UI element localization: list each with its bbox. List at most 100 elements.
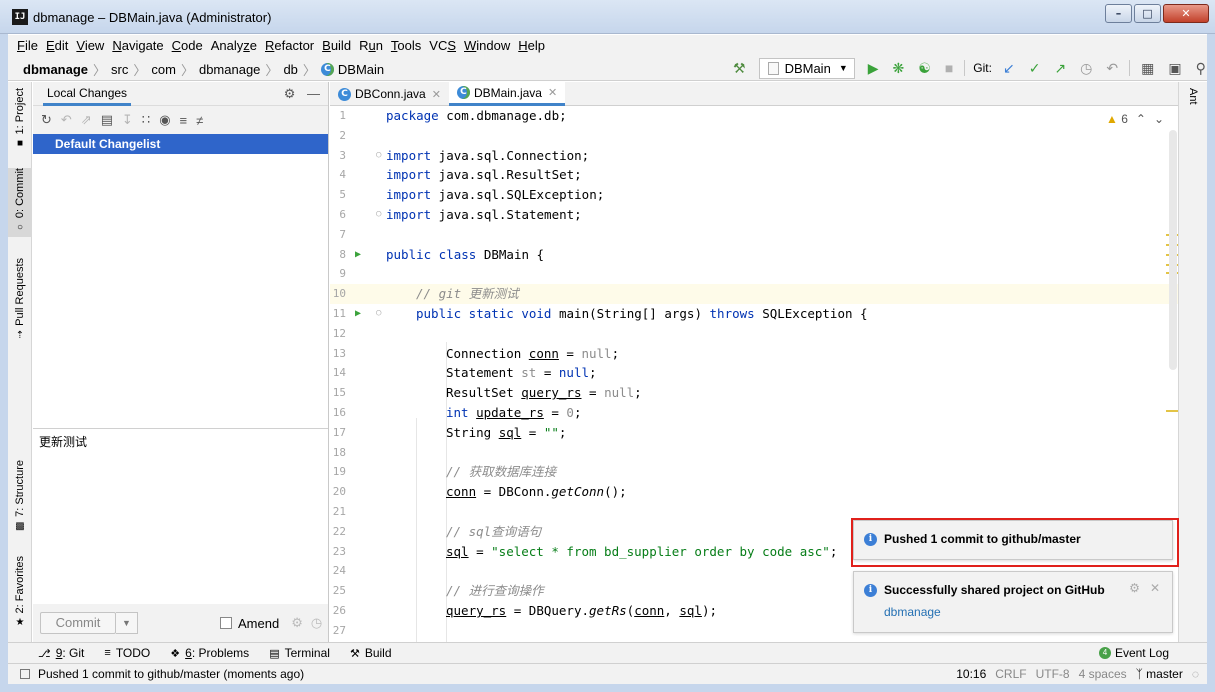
close-icon[interactable]: ✕ bbox=[1150, 581, 1160, 595]
expand-all-icon[interactable]: ≡ bbox=[180, 113, 188, 128]
maximize-button[interactable]: □ bbox=[1134, 4, 1161, 23]
menu-code[interactable]: Code bbox=[172, 38, 203, 53]
tool-window-git[interactable]: ⎇ 9: Git bbox=[38, 646, 84, 660]
push-icon[interactable]: ↗ bbox=[1054, 58, 1066, 78]
warning-stripe-mark[interactable] bbox=[1166, 410, 1178, 412]
coverage-icon[interactable]: ☯ bbox=[918, 58, 931, 78]
tool-window-problems[interactable]: ❖ 6: Problems bbox=[170, 646, 249, 660]
fold-icon[interactable]: ○ bbox=[376, 146, 381, 166]
default-changelist[interactable]: Default Changelist bbox=[33, 134, 328, 154]
menu-build[interactable]: Build bbox=[322, 38, 351, 53]
history-icon[interactable]: ◷ bbox=[1080, 58, 1092, 78]
gear-icon[interactable]: ⚙ bbox=[284, 86, 296, 101]
close-tab-icon[interactable]: ✕ bbox=[432, 88, 441, 101]
tab-dbconn[interactable]: C DBConn.java ✕ bbox=[330, 82, 449, 106]
run-gutter-icon[interactable]: ▶ bbox=[355, 245, 361, 265]
window-titlebar[interactable]: IJ dbmanage – DBMain.java (Administrator… bbox=[0, 0, 1215, 34]
status-message[interactable]: Pushed 1 commit to github/master (moment… bbox=[38, 667, 304, 681]
tool-window-commit[interactable]: 0: Commit ○ bbox=[8, 168, 32, 238]
rollback-icon[interactable]: ↶ bbox=[1106, 58, 1118, 78]
amend-checkbox[interactable]: Amend bbox=[220, 616, 279, 631]
run-icon[interactable]: ▶ bbox=[868, 58, 879, 78]
chevron-down-icon[interactable]: ⌄ bbox=[1154, 112, 1164, 126]
commit-check-icon[interactable]: ✓ bbox=[1029, 58, 1041, 78]
gear-icon[interactable]: ⚙ bbox=[291, 615, 303, 631]
tool-window-pull-requests[interactable]: Pull Requests ⇡ bbox=[8, 258, 32, 341]
tab-local-changes[interactable]: Local Changes bbox=[43, 82, 132, 106]
caret-position[interactable]: 10:16 bbox=[956, 667, 986, 681]
fold-icon[interactable]: ○ bbox=[376, 304, 381, 324]
fold-icon[interactable]: ○ bbox=[376, 205, 381, 225]
run-config-select[interactable]: DBMain ▼ bbox=[758, 57, 855, 79]
menu-tools[interactable]: Tools bbox=[391, 38, 421, 53]
stop-icon[interactable]: ■ bbox=[945, 58, 953, 78]
layout-icon[interactable]: ▣ bbox=[1168, 58, 1181, 78]
breadcrumb-db[interactable]: db bbox=[283, 62, 297, 77]
menu-navigate[interactable]: Navigate bbox=[112, 38, 163, 53]
chevron-up-icon[interactable]: ⌃ bbox=[1136, 112, 1146, 126]
breadcrumb-file[interactable]: DBMain bbox=[338, 62, 384, 77]
file-encoding[interactable]: UTF-8 bbox=[1036, 667, 1070, 681]
tool-window-structure[interactable]: 7: Structure ▩ bbox=[8, 460, 32, 532]
ant-tool-window[interactable]: Ant bbox=[1187, 88, 1199, 105]
tool-window-favorites[interactable]: 2: Favorites ★ bbox=[8, 556, 32, 628]
menu-edit[interactable]: Edit bbox=[46, 38, 68, 53]
menu-refactor[interactable]: Refactor bbox=[265, 38, 314, 53]
line-separator[interactable]: CRLF bbox=[995, 667, 1026, 681]
tool-window-project[interactable]: 1: Project ■ bbox=[8, 88, 32, 149]
breadcrumb-src[interactable]: src bbox=[111, 62, 128, 77]
minimize-button[interactable]: – bbox=[1105, 4, 1132, 23]
tool-window-event-log[interactable]: 4 Event Log bbox=[1098, 646, 1169, 660]
menu-view[interactable]: View bbox=[76, 38, 104, 53]
changes-tree[interactable] bbox=[33, 154, 328, 428]
lock-icon[interactable]: ◌ bbox=[1192, 667, 1199, 681]
notification-link[interactable]: dbmanage bbox=[884, 605, 941, 619]
tool-window-terminal[interactable]: ▤ Terminal bbox=[269, 646, 330, 660]
menu-file[interactable]: File bbox=[17, 38, 38, 53]
clock-icon[interactable]: ◷ bbox=[311, 615, 322, 631]
update-icon[interactable]: ⇗ bbox=[81, 112, 92, 128]
indent-setting[interactable]: 4 spaces bbox=[1079, 667, 1127, 681]
gear-icon[interactable]: ⚙ bbox=[1129, 581, 1140, 595]
menu-vcs[interactable]: VCS bbox=[429, 38, 456, 53]
git-branch[interactable]: ᛉ master bbox=[1136, 667, 1183, 681]
collapse-all-icon[interactable]: ≠ bbox=[196, 113, 203, 128]
close-tab-icon[interactable]: ✕ bbox=[548, 86, 557, 99]
tool-window-todo[interactable]: ≡ TODO bbox=[104, 646, 150, 660]
breadcrumb-project[interactable]: dbmanage bbox=[23, 62, 88, 77]
refresh-icon[interactable]: ↻ bbox=[41, 112, 52, 128]
hide-panel-icon[interactable]: — bbox=[307, 86, 320, 101]
build-hammer-icon[interactable]: ⚒ bbox=[733, 58, 746, 78]
search-icon[interactable]: ⚲ bbox=[1196, 58, 1206, 78]
breadcrumb-dbmanage[interactable]: dbmanage bbox=[199, 62, 260, 77]
rollback-icon[interactable]: ↶ bbox=[61, 112, 72, 128]
menu-help[interactable]: Help bbox=[518, 38, 545, 53]
toggle-tool-windows-icon[interactable] bbox=[20, 669, 30, 679]
menu-analyze[interactable]: Analyze bbox=[211, 38, 257, 53]
scrollbar-thumb[interactable] bbox=[1169, 130, 1177, 370]
group-by-icon[interactable]: ∷ bbox=[142, 112, 150, 128]
menu-window[interactable]: Window bbox=[464, 38, 510, 53]
tool-label: : Problems bbox=[191, 646, 250, 660]
line-number: 12 bbox=[332, 326, 346, 340]
run-gutter-icon[interactable]: ▶ bbox=[355, 304, 361, 324]
tab-dbmain[interactable]: C DBMain.java ✕ bbox=[448, 82, 566, 106]
chevron-down-icon[interactable]: ▼ bbox=[116, 612, 138, 634]
menu-run[interactable]: Run bbox=[359, 38, 383, 53]
update-project-icon[interactable]: ↙ bbox=[1003, 58, 1015, 78]
commit-button[interactable]: Commit bbox=[40, 612, 116, 634]
inspection-widget[interactable]: ▲ 6 ⌃ ⌄ bbox=[1106, 112, 1164, 126]
line-number: 7 bbox=[339, 227, 346, 241]
tool-window-build[interactable]: ⚒ Build bbox=[350, 646, 392, 660]
shelve-icon[interactable]: ↧ bbox=[122, 112, 133, 128]
eye-icon[interactable]: ◉ bbox=[159, 112, 170, 128]
commit-message-input[interactable]: 更新测试 bbox=[33, 428, 328, 604]
notification-shared[interactable]: i Successfully shared project on GitHub … bbox=[853, 571, 1173, 633]
close-button[interactable]: ✕ bbox=[1163, 4, 1209, 23]
debug-icon[interactable]: ❋ bbox=[893, 58, 905, 78]
diff-icon[interactable]: ▤ bbox=[101, 112, 113, 128]
breadcrumb-com[interactable]: com bbox=[151, 62, 176, 77]
code-line: 13 Connection conn = null; bbox=[330, 344, 1178, 364]
project-structure-icon[interactable]: ▦ bbox=[1141, 58, 1154, 78]
pull-request-icon: ⇡ bbox=[15, 329, 25, 341]
